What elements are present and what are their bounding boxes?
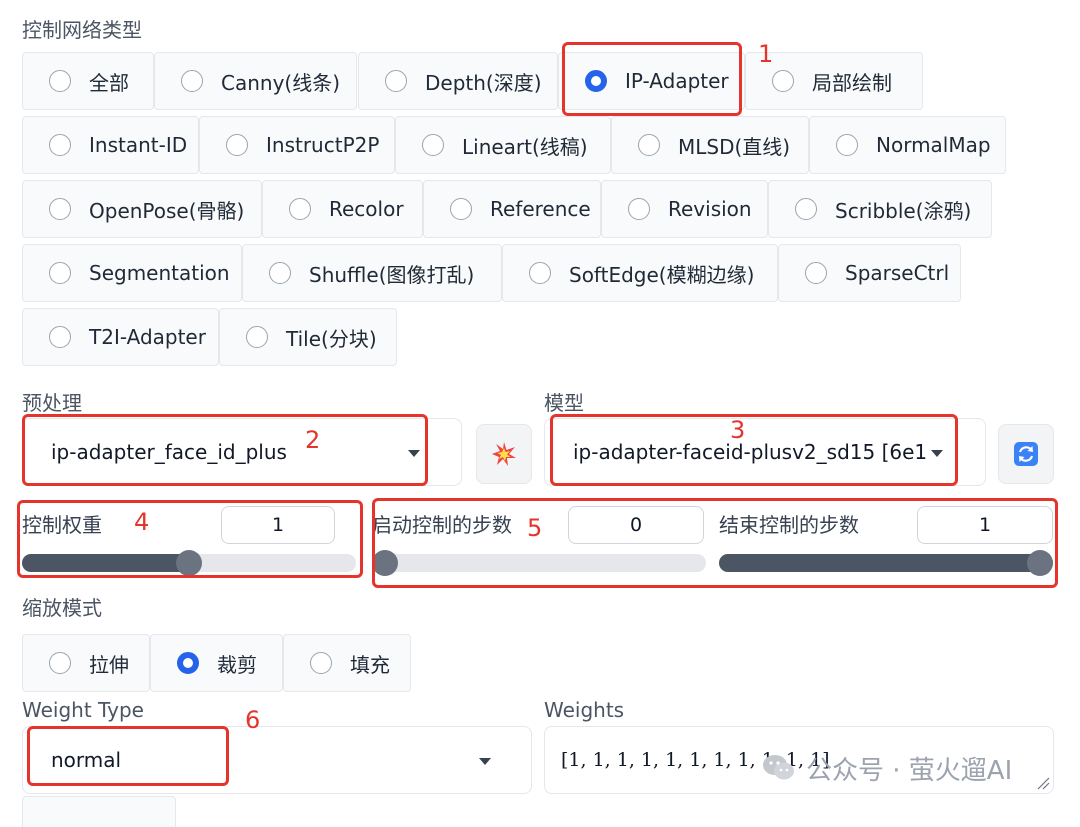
radio-icon[interactable] [385, 70, 407, 92]
resize-mode-label: 缩放模式 [22, 596, 102, 620]
annotation-box-5 [372, 498, 1058, 588]
radio-icon[interactable] [246, 326, 268, 348]
control-type-option-label: 局部绘制 [812, 70, 892, 95]
radio-icon[interactable] [805, 262, 827, 284]
control-type-option[interactable]: Tile(分块) [219, 308, 397, 366]
control-type-option[interactable]: Revision [601, 180, 768, 238]
control-type-option-label: Canny(线条) [221, 70, 341, 95]
control-type-option[interactable]: NormalMap [809, 116, 1006, 174]
control-type-option-label: MLSD(直线) [678, 134, 791, 159]
radio-icon[interactable] [628, 198, 650, 220]
control-type-option-label: SoftEdge(模糊边缘) [569, 262, 755, 287]
control-type-option[interactable]: 全部 [22, 52, 154, 110]
explosion-icon [492, 442, 516, 466]
annotation-box-2 [22, 414, 428, 486]
control-type-option-label: T2I-Adapter [89, 325, 206, 349]
control-type-option-label: Segmentation [89, 261, 230, 285]
annotation-number-6: 6 [245, 706, 261, 734]
radio-icon[interactable] [49, 262, 71, 284]
radio-icon[interactable] [181, 70, 203, 92]
resize-mode-option-label: 填充 [350, 652, 390, 677]
radio-icon[interactable] [49, 652, 71, 674]
control-type-option-label: Depth(深度) [425, 70, 542, 95]
control-type-option-label: Shuffle(图像打乱) [309, 262, 475, 287]
radio-icon[interactable] [49, 326, 71, 348]
control-type-option-label: 全部 [89, 70, 129, 95]
control-type-option[interactable]: SparseCtrl [778, 244, 961, 302]
control-type-option-label: Reference [490, 197, 591, 221]
annotation-number-3: 3 [730, 416, 746, 444]
preprocessor-label: 预处理 [22, 391, 82, 415]
control-type-option-label: OpenPose(骨骼) [89, 198, 245, 223]
control-type-option-label: Instant-ID [89, 133, 188, 157]
control-type-label: 控制网络类型 [22, 18, 142, 42]
control-type-option-label: Tile(分块) [286, 326, 377, 351]
resize-handle-icon[interactable] [1036, 776, 1050, 790]
resize-mode-option-label: 拉伸 [89, 652, 129, 677]
radio-icon[interactable] [269, 262, 291, 284]
control-type-option[interactable]: Instant-ID [22, 116, 199, 174]
radio-icon[interactable] [450, 198, 472, 220]
radio-icon[interactable] [226, 134, 248, 156]
annotation-box-3 [550, 414, 958, 486]
control-type-option-label: Lineart(线稿) [462, 134, 588, 159]
radio-icon[interactable] [638, 134, 660, 156]
control-type-option-label: Recolor [329, 197, 404, 221]
annotation-number-1: 1 [758, 40, 774, 68]
control-type-option-label: NormalMap [876, 133, 991, 157]
control-type-option-label: Scribble(涂鸦) [835, 198, 972, 223]
control-type-option[interactable]: Recolor [262, 180, 423, 238]
radio-icon[interactable] [529, 262, 551, 284]
control-type-option[interactable]: Canny(线条) [154, 52, 357, 110]
run-preprocessor-button[interactable] [476, 424, 532, 484]
annotation-number-2: 2 [305, 426, 321, 454]
control-type-option[interactable]: OpenPose(骨骼) [22, 180, 262, 238]
annotation-number-5: 5 [527, 514, 543, 542]
radio-icon[interactable] [177, 652, 199, 674]
resize-mode-option-label: 裁剪 [217, 652, 257, 677]
radio-icon[interactable] [422, 134, 444, 156]
annotation-number-4: 4 [134, 508, 150, 536]
control-type-option[interactable]: Segmentation [22, 244, 242, 302]
watermark-text: 公众号 · 萤火遛AI [806, 755, 1013, 786]
model-label: 模型 [544, 391, 584, 415]
radio-icon[interactable] [836, 134, 858, 156]
control-type-option-label: SparseCtrl [845, 261, 950, 285]
radio-icon[interactable] [289, 198, 311, 220]
radio-icon[interactable] [772, 70, 794, 92]
control-type-option[interactable]: Reference [423, 180, 601, 238]
control-type-option-label: Revision [668, 197, 752, 221]
control-type-option[interactable]: InstructP2P [199, 116, 395, 174]
resize-mode-option[interactable]: 拉伸 [22, 634, 150, 692]
radio-icon[interactable] [795, 198, 817, 220]
resize-mode-option[interactable]: 裁剪 [150, 634, 283, 692]
watermark: 公众号 · 萤火遛AI [760, 749, 1012, 787]
radio-icon[interactable] [49, 134, 71, 156]
control-type-option[interactable]: Lineart(线稿) [395, 116, 611, 174]
refresh-models-button[interactable] [998, 424, 1054, 484]
radio-icon[interactable] [310, 652, 332, 674]
annotation-box-1 [562, 42, 742, 116]
radio-icon[interactable] [49, 70, 71, 92]
weight-type-label: Weight Type [22, 698, 144, 722]
control-type-option[interactable]: Shuffle(图像打乱) [242, 244, 502, 302]
weights-label: Weights [544, 698, 625, 722]
resize-mode-option[interactable]: 填充 [283, 634, 411, 692]
radio-icon[interactable] [49, 198, 71, 220]
wechat-icon [763, 755, 794, 780]
control-type-option[interactable]: MLSD(直线) [611, 116, 809, 174]
control-type-option[interactable]: Depth(深度) [358, 52, 558, 110]
refresh-icon [1014, 442, 1038, 466]
annotation-box-4 [17, 500, 363, 578]
partial-control [22, 796, 176, 827]
annotation-box-6 [27, 726, 229, 786]
chevron-down-icon [479, 758, 491, 765]
control-type-option-label: InstructP2P [266, 133, 380, 157]
control-type-option[interactable]: T2I-Adapter [22, 308, 219, 366]
control-type-option[interactable]: SoftEdge(模糊边缘) [502, 244, 778, 302]
control-type-option[interactable]: Scribble(涂鸦) [768, 180, 992, 238]
